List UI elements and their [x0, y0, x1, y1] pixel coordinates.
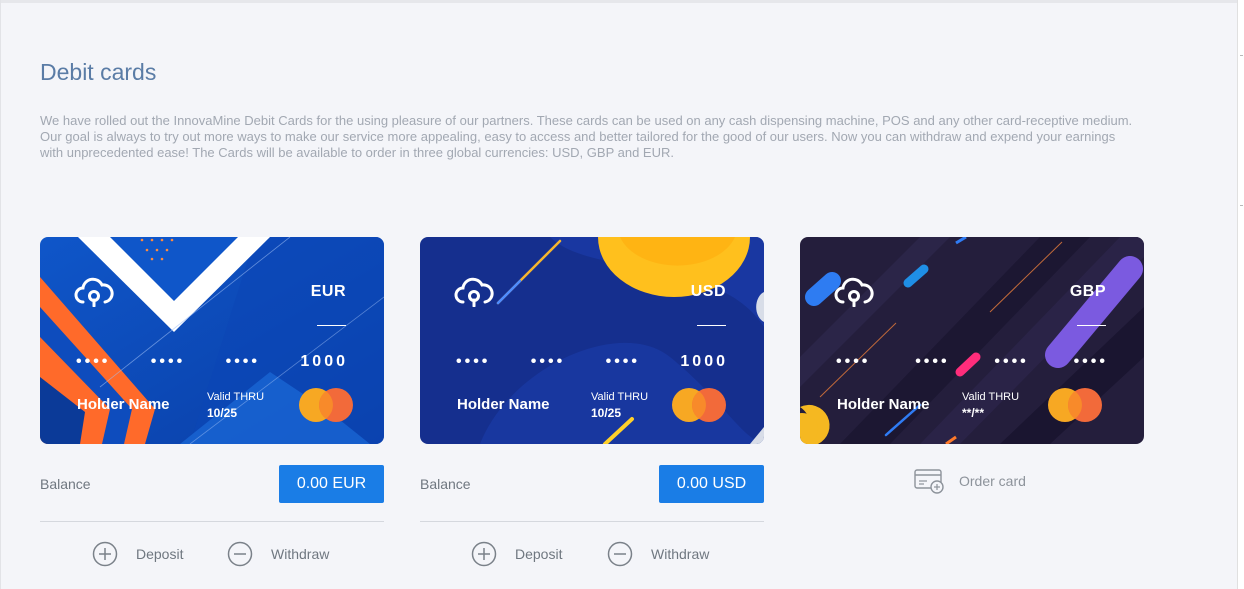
card-valid-label: Valid THRU: [591, 391, 649, 403]
withdraw-label: Withdraw: [651, 546, 710, 562]
balance-usd-button[interactable]: 0.00 USD: [659, 465, 764, 503]
top-border: [0, 0, 1240, 3]
card-number: •••• •••• •••• 1000: [76, 353, 348, 371]
withdraw-button[interactable]: Withdraw: [227, 541, 329, 567]
mastercard-icon: [1048, 388, 1102, 422]
cloud-key-icon: [834, 277, 874, 307]
card-number: •••• •••• •••• 1000: [456, 353, 728, 371]
card-currency: GBP: [1069, 283, 1106, 300]
card-number-group: ••••: [530, 353, 566, 370]
withdraw-label: Withdraw: [271, 546, 330, 562]
scrollbar[interactable]: [1237, 0, 1244, 589]
page-intro: We have rolled out the InnovaMine Debit …: [40, 113, 1133, 160]
card-currency: USD: [690, 283, 726, 300]
deposit-button[interactable]: Deposit: [92, 541, 183, 567]
plus-circle-icon: [92, 541, 118, 567]
card-currency: EUR: [310, 283, 346, 300]
balance-label: Balance: [40, 476, 91, 492]
balance-label: Balance: [420, 476, 471, 492]
deposit-button[interactable]: Deposit: [471, 541, 562, 567]
scroll-tick: [1240, 55, 1243, 56]
card-number: •••• •••• •••• ••••: [836, 353, 1108, 371]
cloud-key-icon: [74, 277, 114, 307]
balance-eur-button[interactable]: 0.00 EUR: [279, 465, 384, 503]
card-number-group: ••••: [915, 353, 950, 370]
card-number-group: ••••: [994, 353, 1029, 370]
divider: [40, 521, 384, 522]
card-valid-label: Valid THRU: [962, 391, 1020, 403]
card-valid-date: **/**: [962, 406, 985, 420]
minus-circle-icon: [227, 541, 253, 567]
card-number-group: 1000: [680, 353, 728, 370]
card-number-group: ••••: [76, 353, 111, 370]
mastercard-icon: [672, 388, 726, 422]
card-holder-name: Holder Name: [457, 396, 550, 413]
deposit-label: Deposit: [515, 546, 563, 562]
left-border: [0, 0, 1, 589]
card-number-group: ••••: [836, 353, 871, 370]
divider: [420, 521, 764, 522]
page-title: Debit cards: [40, 59, 157, 85]
card-valid-date: 10/25: [207, 406, 238, 420]
cloud-key-icon: [454, 277, 494, 307]
withdraw-button[interactable]: Withdraw: [607, 541, 709, 567]
plus-circle-icon: [471, 541, 497, 567]
card-valid-label: Valid THRU: [207, 391, 265, 403]
card-number-group: ••••: [605, 353, 640, 370]
scroll-tick: [1240, 205, 1243, 206]
card-number-group: 1000: [300, 353, 348, 370]
debit-card-gbp[interactable]: GBP •••• •••• •••• •••• Holder Name Vali…: [800, 237, 1144, 444]
card-valid-date: 10/25: [591, 406, 622, 420]
card-number-group: ••••: [456, 353, 491, 370]
card-number-group: ••••: [1073, 353, 1108, 370]
card-currency-underline: [317, 325, 346, 326]
debit-card-eur[interactable]: EUR •••• •••• •••• 1000 Holder Name Vali…: [40, 237, 384, 444]
order-card-button[interactable]: Order card: [914, 468, 1026, 494]
deposit-label: Deposit: [136, 546, 184, 562]
card-holder-name: Holder Name: [837, 396, 930, 413]
order-card-label: Order card: [959, 473, 1026, 489]
card-number-group: ••••: [225, 353, 260, 370]
card-number-group: ••••: [150, 353, 186, 370]
debit-card-usd[interactable]: USD •••• •••• •••• 1000 Holder Name Vali…: [420, 237, 764, 444]
mastercard-icon: [299, 388, 353, 422]
card-currency-underline: [1077, 325, 1106, 326]
card-holder-name: Holder Name: [77, 396, 170, 413]
card-add-icon: [914, 469, 944, 494]
card-currency-underline: [697, 325, 726, 326]
minus-circle-icon: [607, 541, 633, 567]
